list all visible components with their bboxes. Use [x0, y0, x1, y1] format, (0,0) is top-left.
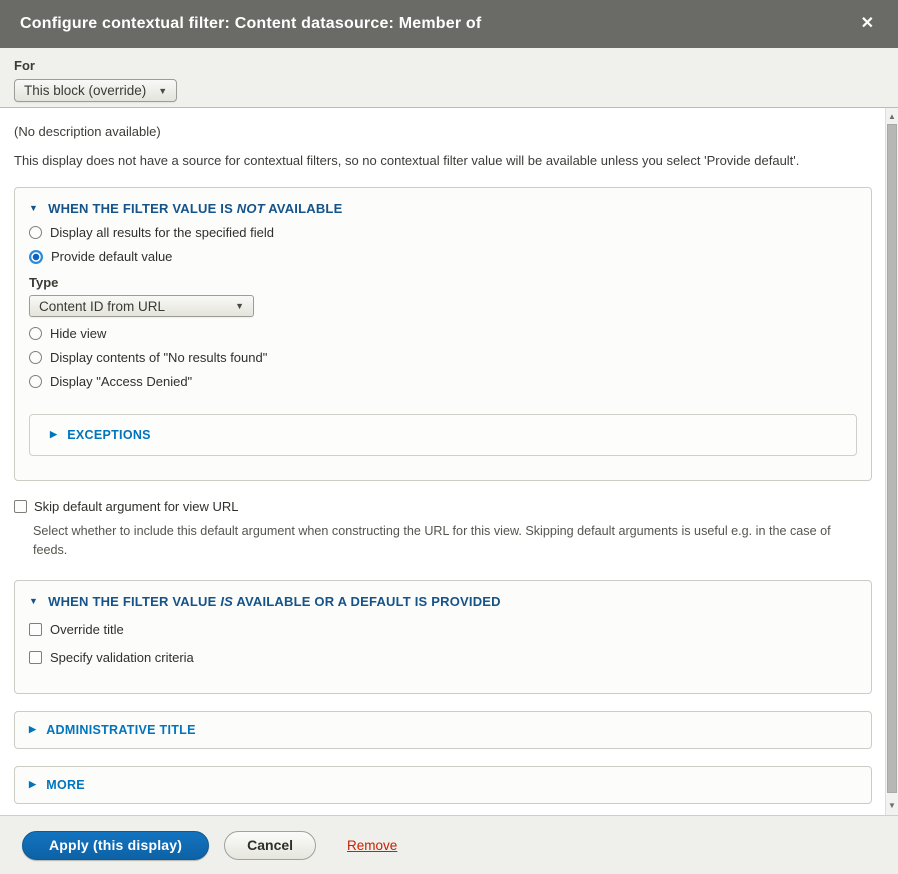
radio-option-provide-default: Provide default value [29, 249, 857, 264]
fieldset-not-available-toggle[interactable]: ▼ WHEN THE FILTER VALUE IS NOT AVAILABLE [29, 201, 857, 216]
radio-option-access-denied: Display "Access Denied" [29, 374, 857, 389]
radio-option-no-results: Display contents of "No results found" [29, 350, 857, 365]
type-label: Type [29, 275, 857, 290]
fieldset-more-toggle[interactable]: ▶ MORE [29, 778, 85, 792]
help-text: This display does not have a source for … [14, 151, 872, 171]
fieldset-exceptions[interactable]: ▶ EXCEPTIONS [29, 414, 857, 456]
radio-input-access-denied[interactable] [29, 375, 42, 388]
legend-text: ADMINISTRATIVE TITLE [46, 723, 196, 737]
override-title-option: Override title [29, 622, 857, 637]
type-select-value: Content ID from URL [39, 299, 165, 314]
radio-label[interactable]: Provide default value [51, 249, 172, 264]
fieldset-more[interactable]: ▶ MORE [14, 766, 872, 804]
fieldset-administrative-title-toggle[interactable]: ▶ ADMINISTRATIVE TITLE [29, 723, 196, 737]
radio-option-hide-view: Hide view [29, 326, 857, 341]
for-label: For [14, 58, 884, 73]
dialog-titlebar: Configure contextual filter: Content dat… [0, 0, 898, 48]
caret-right-icon: ▶ [29, 724, 36, 735]
radio-label[interactable]: Hide view [50, 326, 106, 341]
caret-down-icon: ▼ [29, 596, 38, 606]
chevron-down-icon: ▼ [235, 301, 244, 311]
skip-default-option: Skip default argument for view URL [14, 499, 872, 514]
fieldset-filter-not-available: ▼ WHEN THE FILTER VALUE IS NOT AVAILABLE… [14, 187, 872, 481]
scroll-down-button[interactable]: ▼ [886, 797, 898, 813]
radio-label[interactable]: Display "Access Denied" [50, 374, 192, 389]
legend-text: WHEN THE FILTER VALUE IS AVAILABLE OR A … [48, 594, 501, 609]
checkbox-label[interactable]: Specify validation criteria [50, 650, 194, 665]
caret-right-icon: ▶ [29, 779, 36, 790]
radio-input-display-all[interactable] [29, 226, 42, 239]
contextual-filter-dialog: Configure contextual filter: Content dat… [0, 0, 898, 874]
radio-label[interactable]: Display contents of "No results found" [50, 350, 267, 365]
dialog-footer: Apply (this display) Cancel Remove [0, 815, 898, 874]
skip-default-description: Select whether to include this default a… [33, 522, 855, 560]
scroll-up-button[interactable]: ▲ [886, 108, 898, 124]
dialog-title: Configure contextual filter: Content dat… [20, 15, 481, 33]
dialog-body: (No description available) This display … [0, 108, 898, 815]
for-section: For This block (override) ▼ [0, 48, 898, 108]
fieldset-exceptions-toggle[interactable]: ▶ EXCEPTIONS [50, 428, 151, 442]
radio-input-no-results[interactable] [29, 351, 42, 364]
type-select[interactable]: Content ID from URL ▼ [29, 295, 254, 317]
fieldset-available-toggle[interactable]: ▼ WHEN THE FILTER VALUE IS AVAILABLE OR … [29, 594, 857, 609]
radio-label[interactable]: Display all results for the specified fi… [50, 225, 274, 240]
display-select-value: This block (override) [24, 83, 146, 98]
legend-text: EXCEPTIONS [67, 428, 151, 442]
caret-down-icon: ▼ [29, 203, 38, 213]
override-title-checkbox[interactable] [29, 623, 42, 636]
specify-validation-option: Specify validation criteria [29, 650, 857, 665]
display-select[interactable]: This block (override) ▼ [14, 79, 177, 102]
radio-option-display-all: Display all results for the specified fi… [29, 225, 857, 240]
remove-link[interactable]: Remove [347, 838, 397, 853]
radio-input-hide-view[interactable] [29, 327, 42, 340]
skip-default-checkbox[interactable] [14, 500, 27, 513]
specify-validation-checkbox[interactable] [29, 651, 42, 664]
checkbox-label[interactable]: Override title [50, 622, 124, 637]
apply-button[interactable]: Apply (this display) [22, 831, 209, 860]
legend-text: WHEN THE FILTER VALUE IS NOT AVAILABLE [48, 201, 342, 216]
caret-right-icon: ▶ [50, 429, 57, 440]
close-icon[interactable]: ✕ [857, 14, 878, 34]
fieldset-administrative-title[interactable]: ▶ ADMINISTRATIVE TITLE [14, 711, 872, 749]
legend-text: MORE [46, 778, 85, 792]
no-description-text: (No description available) [14, 122, 872, 142]
cancel-button[interactable]: Cancel [224, 831, 316, 860]
scroll-thumb[interactable] [887, 124, 897, 793]
skip-default-label[interactable]: Skip default argument for view URL [34, 499, 238, 514]
scrollbar-track[interactable]: ▲ ▼ [885, 108, 898, 815]
chevron-down-icon: ▼ [158, 86, 167, 96]
radio-input-provide-default[interactable] [29, 250, 43, 264]
fieldset-filter-available: ▼ WHEN THE FILTER VALUE IS AVAILABLE OR … [14, 580, 872, 694]
